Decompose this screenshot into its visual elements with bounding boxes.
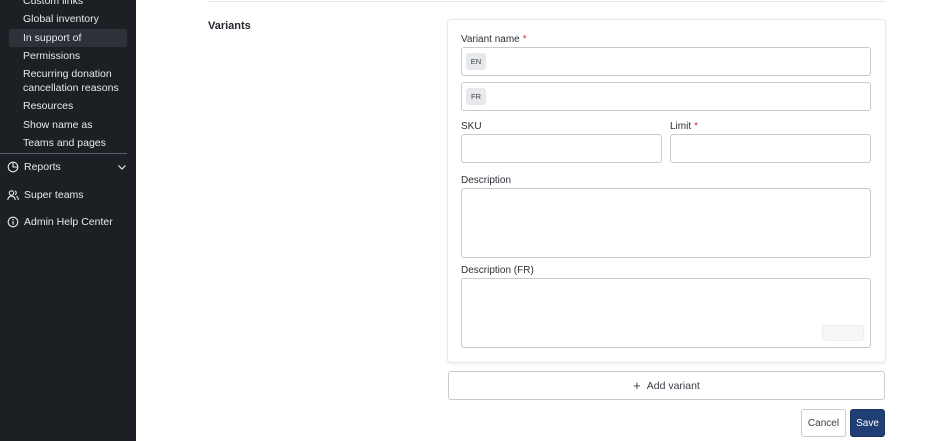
description-label: Description [461,175,512,186]
language-badge-fr: FR [466,88,486,105]
required-marker: * [694,121,699,132]
cancel-button[interactable]: Cancel [801,409,846,437]
description-textarea[interactable] [461,188,871,258]
sidebar-item-label: Admin Help Center [24,216,113,228]
variant-name-en-input[interactable]: EN [461,47,871,76]
pie-chart-icon [7,161,19,173]
sidebar-item-admin-help-center[interactable]: Admin Help Center [7,214,127,230]
users-icon [7,189,19,201]
textarea-toolbar-placeholder [822,325,864,341]
language-badge-en: EN [466,53,486,70]
section-divider [208,1,885,2]
sidebar-item-label: Super teams [24,189,84,201]
info-icon [7,216,19,228]
save-button[interactable]: Save [850,409,885,437]
sidebar-item-recurring-donation-cancellation-reasons[interactable]: Recurring donation cancellation reasons [23,68,133,95]
section-title: Variants [208,20,251,32]
variant-card: Variant name * EN FR SKU Limit * Descripti… [448,20,885,362]
sidebar-item-custom-links[interactable]: Custom links [23,0,83,9]
add-variant-label: Add variant [646,379,700,392]
sidebar-item-permissions[interactable]: Permissions [23,50,80,64]
sidebar-item-resources[interactable]: Resources [23,100,73,114]
sidebar-item-label: Reports [24,161,61,173]
variant-name-fr-input[interactable]: FR [461,82,871,111]
description-fr-label: Description (FR) [461,265,534,276]
sidebar-item-global-inventory[interactable]: Global inventory [23,13,99,27]
sidebar-item-reports[interactable]: Reports [7,159,127,175]
variant-name-label: Variant name * [461,34,527,45]
add-variant-button[interactable]: + Add variant [448,371,885,400]
sidebar-divider [0,153,127,154]
description-fr-textarea[interactable] [461,278,871,348]
sidebar-item-in-support-of[interactable]: In support of [23,32,81,46]
chevron-down-icon[interactable] [117,162,127,172]
sidebar-item-teams-and-pages[interactable]: Teams and pages [23,137,106,151]
sku-input[interactable] [461,134,662,163]
sidebar: Custom links Global inventory In support… [0,0,136,441]
sidebar-item-super-teams[interactable]: Super teams [7,187,127,203]
limit-label: Limit * [670,121,699,132]
limit-input[interactable] [670,134,871,163]
sku-label: SKU [461,121,482,132]
plus-icon: + [633,377,641,393]
sidebar-item-show-name-as[interactable]: Show name as [23,119,92,133]
required-marker: * [522,34,527,45]
